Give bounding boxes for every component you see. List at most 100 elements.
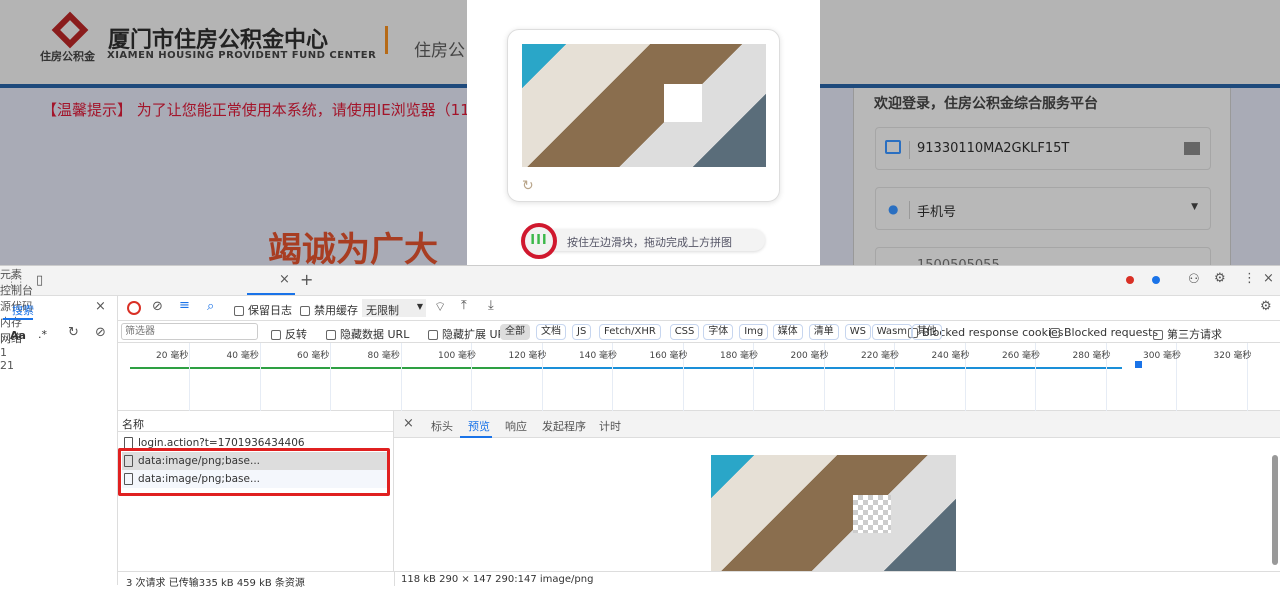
search-panel: 搜索 × Aa .* ↻ ⊘ [0,296,118,585]
user-icon: ● [888,202,899,216]
clear-icon[interactable]: ⊘ [152,299,163,314]
filter-type-3[interactable]: Fetch/XHR [599,324,661,340]
status-bar: 3 次请求 已传输335 kB 459 kB 条资源 118 kB 290 × … [118,571,1280,589]
login-panel: 欢迎登录，住房公积金综合服务平台 91330110MA2GKLF15T ● 手机… [853,88,1231,265]
devtools-tabbar: ⬚ ▯ 元素 控制台 源代码 内存 网络 × + 1 21 ⚇ ⚙ ⋮ × [0,266,1280,372]
tab-elements[interactable]: 元素 [0,266,1280,282]
timeline-gridline [330,343,331,411]
close-search-icon[interactable]: × [95,299,106,314]
filter-input[interactable] [121,323,258,340]
filter-type-0[interactable]: 全部 [500,324,530,340]
timeline-tick: 60 毫秒 [297,351,330,361]
image-info: 118 kB 290 × 147 290:147 image/png [401,574,594,585]
preserve-log-checkbox[interactable]: 保留日志 [234,302,292,318]
timeline-tick: 80 毫秒 [367,351,400,361]
timeline-tick: 300 毫秒 [1143,351,1182,361]
divider [385,26,388,54]
filter-icon[interactable]: ≡ [179,298,190,313]
device-toolbar-icon[interactable]: ▯ [36,273,43,288]
import-icon[interactable]: ⤒ [461,298,467,313]
detail-panel: × 标头 预览 响应 发起程序 计时 [394,411,1280,571]
account-field[interactable]: 91330110MA2GKLF15T [875,127,1211,170]
timeline-tick: 260 毫秒 [1002,351,1041,361]
puzzle-gap [664,84,702,122]
filter-type-2[interactable]: JS [572,324,592,340]
filter-type-11[interactable]: 其他 [911,324,942,340]
captcha-card: ↻ [507,29,780,202]
highlight-box [118,448,390,496]
card-reader-icon[interactable] [1184,142,1200,155]
close-tab-icon[interactable]: × [279,272,290,287]
timeline-tick: 20 毫秒 [156,351,189,361]
record-icon[interactable] [127,301,141,315]
network-toolbar: ⊘ ≡ ⌕ 保留日志 禁用缓存 无限制 ▼ ⌔ ⤒ ⤓ ⚙ [118,296,1280,321]
tab-headers[interactable]: 标头 [431,418,453,434]
regex-toggle[interactable]: .* [38,328,47,341]
filter-type-10[interactable]: Wasm [871,324,913,340]
throttle-select[interactable]: 无限制 ▼ [362,299,426,317]
invert-checkbox[interactable]: 反转 [271,326,307,342]
transparent-gap [853,495,891,533]
customize-icon[interactable]: ⚇ [1188,272,1200,287]
message-icon [1152,276,1160,284]
add-tab-icon[interactable]: + [300,270,313,289]
account-value: 91330110MA2GKLF15T [917,141,1070,156]
website-background: 住房公积金 厦门市住房公积金中心 XIAMEN HOUSING PROVIDEN… [0,0,1280,265]
network-conditions-icon[interactable]: ⌔ [434,299,446,315]
preview-image [711,455,956,571]
third-party-checkbox[interactable]: 第三方请求 [1153,326,1222,342]
search-tab[interactable]: 搜索 [12,302,34,318]
tab-initiator[interactable]: 发起程序 [542,418,586,434]
filter-type-9[interactable]: WS [844,324,871,340]
filter-type-6[interactable]: Img [739,324,769,340]
filter-type-4[interactable]: CSS [669,324,700,340]
hide-ext-url-checkbox[interactable]: 隐藏扩展 URL [428,326,511,342]
filter-type-5[interactable]: 字体 [703,324,734,340]
match-case-toggle[interactable]: Aa [10,329,26,342]
timeline-tick: 40 毫秒 [226,351,259,361]
filter-type-8[interactable]: 清单 [808,324,839,340]
scrollbar[interactable] [1272,455,1278,565]
site-subtitle: 住房公 [414,41,465,61]
close-detail-icon[interactable]: × [403,416,414,431]
network-settings-icon[interactable]: ⚙ [1260,299,1272,314]
login-heading: 欢迎登录，住房公积金综合服务平台 [874,96,1098,112]
tab-timing[interactable]: 计时 [599,418,621,434]
error-icon [1126,276,1134,284]
clear-icon[interactable]: ⊘ [95,325,106,340]
filter-type-1[interactable]: 文档 [536,324,566,340]
timeline-tick: 160 毫秒 [649,351,688,361]
timeline-tick: 280 毫秒 [1072,351,1111,361]
network-timeline[interactable]: 20 毫秒 40 毫秒 60 毫秒 80 毫秒 100 毫秒 120 毫秒 140 毫秒 16… [118,343,1280,411]
blocked-requests-checkbox[interactable]: Blocked requests [1050,326,1158,339]
disable-cache-checkbox[interactable]: 禁用缓存 [300,302,358,318]
refresh-icon[interactable]: ↻ [68,325,79,340]
login-type-select[interactable]: ● 手机号 ▼ [875,187,1211,230]
timeline-tick: 320 毫秒 [1213,351,1252,361]
phone-value: 1500505055 [917,258,1000,265]
timeline-bar-blue [510,367,1122,369]
timeline-gridline [259,343,261,411]
inspect-icon[interactable]: ⬚ [10,273,22,288]
tab-response[interactable]: 响应 [505,418,527,434]
filter-type-7[interactable]: 媒体 [772,324,803,340]
more-icon[interactable]: ⋮ [1243,271,1256,286]
hide-data-url-checkbox[interactable]: 隐藏数据 URL [326,326,409,342]
gear-icon[interactable]: ⚙ [1214,271,1226,286]
slider-knob[interactable]: III [521,223,557,259]
tab-preview[interactable]: 预览 [468,418,490,434]
timeline-marker [1135,361,1142,368]
timeline-bar-green [130,367,510,369]
timeline-tick: 140 毫秒 [579,351,618,361]
export-icon[interactable]: ⤓ [488,298,494,313]
timeline-tick: 200 毫秒 [790,351,829,361]
close-devtools-icon[interactable]: × [1263,271,1274,286]
request-list: 名称 login.action?t=1701936434406 data:ima… [118,411,394,571]
devtools: ⬚ ▯ 元素 控制台 源代码 内存 网络 × + 1 21 ⚇ ⚙ ⋮ × 搜索… [0,265,1280,589]
refresh-icon[interactable]: ↻ [522,178,534,194]
slider-hint: 按住左边滑块，拖动完成上方拼图 [567,236,732,249]
search-icon[interactable]: ⌕ [207,299,214,314]
chevron-down-icon: ▼ [1191,202,1198,212]
name-column-header[interactable]: 名称 [122,416,144,432]
phone-field[interactable]: 1500505055 [875,247,1211,265]
